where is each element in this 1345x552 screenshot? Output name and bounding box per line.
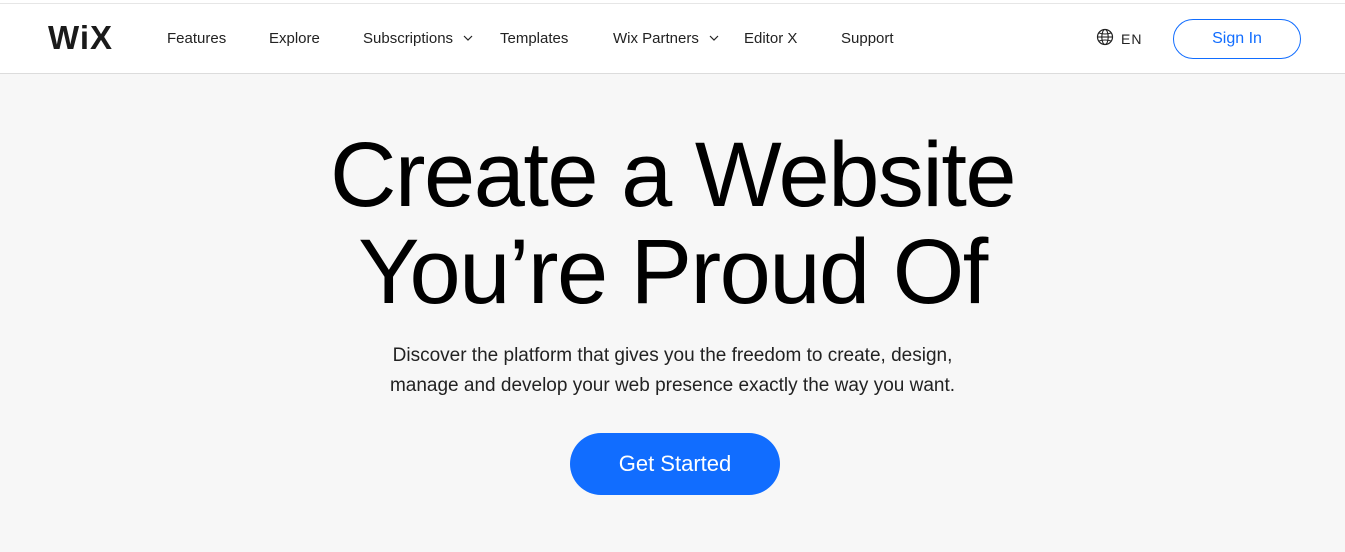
chevron-down-icon	[709, 27, 719, 47]
nav-item-label: Explore	[269, 30, 320, 47]
hero-subtitle: Discover the platform that gives you the…	[0, 341, 1345, 401]
wix-logo[interactable]: WiX	[48, 20, 113, 56]
nav-item-label: Templates	[500, 30, 569, 47]
site-header: WiX Features Explore Subscriptions Templ…	[0, 4, 1345, 74]
nav-item-label: Subscriptions	[363, 30, 454, 47]
chevron-down-icon	[463, 27, 473, 47]
sign-in-button[interactable]: Sign In	[1173, 19, 1301, 59]
hero-title-line-1: Create a Website	[329, 124, 1017, 226]
nav-item-features[interactable]: Features	[167, 29, 226, 49]
hero-title-line-2: You’re Proud Of	[358, 221, 988, 323]
nav-item-subscriptions[interactable]: Subscriptions	[363, 29, 473, 49]
language-label: EN	[1121, 31, 1143, 47]
hero-title: Create a Website You’re Proud Of	[0, 127, 1345, 321]
language-selector[interactable]: EN	[1096, 28, 1143, 51]
hero-section: Create a Website You’re Proud Of Discove…	[0, 75, 1345, 552]
nav-item-explore[interactable]: Explore	[269, 29, 320, 49]
nav-item-editor-x[interactable]: Editor X	[744, 29, 797, 49]
nav-item-templates[interactable]: Templates	[500, 29, 568, 49]
globe-icon	[1096, 28, 1114, 51]
nav-item-label: Features	[167, 30, 227, 47]
get-started-button[interactable]: Get Started	[570, 433, 780, 495]
hero-subtitle-line-1: Discover the platform that gives you the…	[392, 345, 953, 366]
nav-item-label: Editor X	[744, 30, 798, 47]
nav-item-label: Support	[841, 30, 894, 47]
hero-subtitle-line-2: manage and develop your web presence exa…	[389, 375, 956, 396]
nav-item-label: Wix Partners	[613, 30, 699, 47]
nav-item-support[interactable]: Support	[841, 29, 894, 49]
nav-item-wix-partners[interactable]: Wix Partners	[613, 29, 719, 49]
